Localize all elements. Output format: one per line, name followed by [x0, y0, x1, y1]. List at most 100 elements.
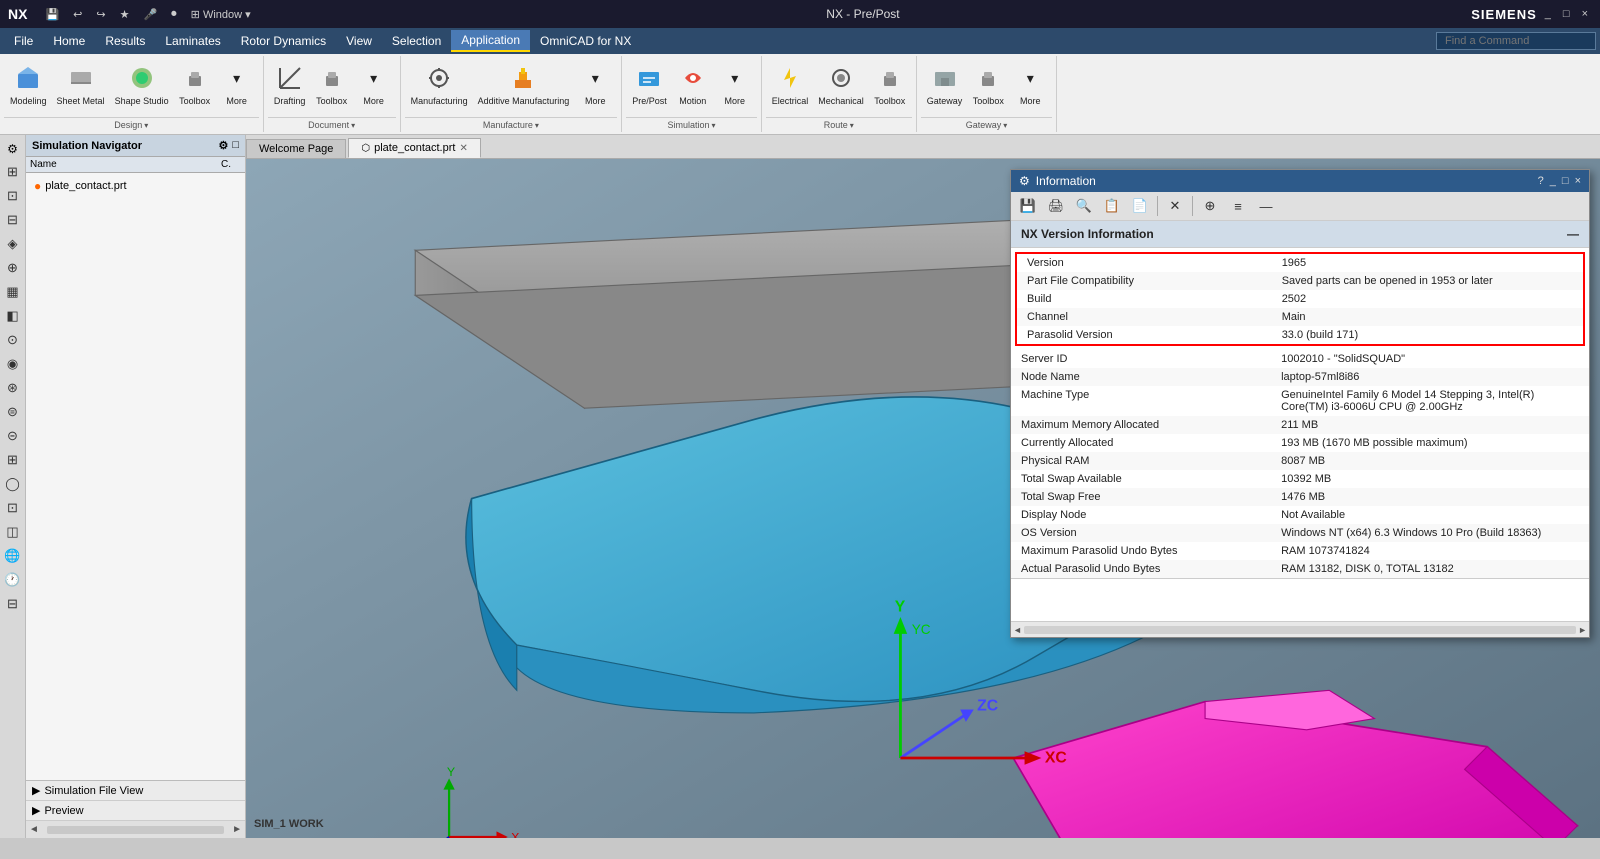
left-tool-2[interactable]: ⊡ — [2, 185, 24, 207]
left-tool-15[interactable]: ⊡ — [2, 497, 24, 519]
left-tool-10[interactable]: ⊛ — [2, 377, 24, 399]
info-print-btn[interactable]: 🖨 — [1043, 194, 1069, 218]
scroll-left-btn[interactable]: ◄ — [29, 824, 39, 835]
left-tool-9[interactable]: ◉ — [2, 353, 24, 375]
ribbon-btn-motion[interactable]: Motion — [673, 60, 713, 108]
tab-plate-contact[interactable]: ⬡ plate_contact.prt ✕ — [348, 138, 480, 158]
nav-section-sim-file[interactable]: ▶ Simulation File View — [26, 781, 245, 801]
menu-home[interactable]: Home — [43, 31, 95, 51]
tab-close-btn[interactable]: ✕ — [459, 143, 467, 154]
menu-rotor-dynamics[interactable]: Rotor Dynamics — [231, 31, 336, 51]
minimize-btn[interactable]: _ — [1541, 6, 1555, 22]
ribbon-btn-mechanical[interactable]: Mechanical — [814, 60, 868, 108]
ribbon-btn-additive[interactable]: Additive Manufacturing — [474, 60, 574, 108]
info-paste-btn[interactable]: 📄 — [1127, 194, 1153, 218]
pin-btn[interactable]: ★ — [116, 6, 134, 23]
info-zoom-in-btn[interactable]: ⊕ — [1197, 194, 1223, 218]
info-help-btn[interactable]: ? — [1538, 175, 1544, 187]
ribbon-group-manufacture: Manufacturing Additive Manufacturing ▾ M… — [401, 56, 623, 132]
maximize-btn[interactable]: □ — [1559, 6, 1574, 22]
nav-settings-btn[interactable]: ⚙ — [218, 139, 228, 152]
ribbon-btn-more-design[interactable]: ▾ More — [217, 60, 257, 108]
menu-selection[interactable]: Selection — [382, 31, 451, 51]
ribbon-btn-more-mfg[interactable]: ▾ More — [575, 60, 615, 108]
save-btn[interactable]: 💾 — [41, 6, 63, 23]
undo-btn[interactable]: ↩ — [69, 6, 86, 23]
info-dialog: ⚙ Information ? _ □ × 💾 🖨 🔍 📋 📄 — [1010, 169, 1590, 638]
left-tool-6[interactable]: ▦ — [2, 281, 24, 303]
ribbon-btn-toolbox-doc[interactable]: Toolbox — [312, 60, 352, 108]
info-find-btn[interactable]: 🔍 — [1071, 194, 1097, 218]
ribbon-btn-more-doc[interactable]: ▾ More — [354, 60, 394, 108]
ribbon-btn-sheet-metal[interactable]: Sheet Metal — [53, 60, 109, 108]
find-command-input[interactable] — [1436, 32, 1596, 50]
modeling-icon — [12, 62, 44, 94]
additive-label: Additive Manufacturing — [478, 96, 570, 106]
hscroll-left-btn[interactable]: ◄ — [1013, 625, 1022, 635]
tab-bar: Welcome Page ⬡ plate_contact.prt ✕ — [246, 135, 1600, 159]
left-tool-3[interactable]: ⊟ — [2, 209, 24, 231]
ribbon-btn-manufacturing[interactable]: Manufacturing — [407, 60, 472, 108]
ribbon-btn-toolbox-design[interactable]: Toolbox — [175, 60, 215, 108]
info-copy-btn[interactable]: 📋 — [1099, 194, 1125, 218]
redo-btn[interactable]: ↪ — [92, 6, 109, 23]
info-close-btn[interactable]: × — [1575, 175, 1581, 187]
left-tool-16[interactable]: ◫ — [2, 521, 24, 543]
menu-file[interactable]: File — [4, 31, 43, 51]
hscroll-right-btn[interactable]: ► — [1578, 625, 1587, 635]
settings-gear-btn[interactable]: ⚙ — [3, 139, 23, 159]
ribbon-btn-gateway[interactable]: Gateway — [923, 60, 967, 108]
ribbon-btn-toolbox-gateway[interactable]: Toolbox — [968, 60, 1008, 108]
menu-results[interactable]: Results — [95, 31, 155, 51]
ribbon-btn-prepost[interactable]: Pre/Post — [628, 60, 671, 108]
ribbon-btn-shape-studio[interactable]: Shape Studio — [111, 60, 173, 108]
nav-minimize-btn[interactable]: □ — [232, 139, 239, 152]
ribbon-btn-electrical[interactable]: Electrical — [768, 60, 813, 108]
viewport-3d[interactable]: Y ZC XC YC Y — [246, 159, 1600, 838]
left-tool-7[interactable]: ◧ — [2, 305, 24, 327]
ribbon-btn-toolbox-route[interactable]: Toolbox — [870, 60, 910, 108]
document-group-label: Document ▾ — [268, 117, 396, 130]
left-tool-13[interactable]: ⊞ — [2, 449, 24, 471]
svg-text:XC: XC — [1045, 750, 1067, 767]
info-save-btn[interactable]: 💾 — [1015, 194, 1041, 218]
viewport: Welcome Page ⬡ plate_contact.prt ✕ — [246, 135, 1600, 838]
info-minimize-btn[interactable]: _ — [1550, 175, 1556, 187]
info-restore-btn[interactable]: □ — [1562, 175, 1569, 187]
nav-item-file[interactable]: ● plate_contact.prt — [30, 177, 241, 195]
menu-application[interactable]: Application — [451, 30, 530, 52]
mic-btn[interactable]: 🎤 — [139, 6, 161, 23]
left-tool-17[interactable]: 🌐 — [2, 545, 24, 567]
ribbon-btn-drafting[interactable]: Drafting — [270, 60, 310, 108]
ribbon-btn-modeling[interactable]: Modeling — [6, 60, 51, 108]
left-tool-1[interactable]: ⊞ — [2, 161, 24, 183]
tab-welcome[interactable]: Welcome Page — [246, 139, 346, 158]
navigator-title: Simulation Navigator — [32, 140, 142, 152]
close-btn[interactable]: × — [1578, 6, 1592, 22]
navigator-column-headers: Name C. — [26, 157, 245, 173]
nav-section-preview[interactable]: ▶ Preview — [26, 801, 245, 821]
display-node-label: Display Node — [1011, 506, 1271, 524]
ribbon-content: Modeling Sheet Metal Shape Studio — [0, 54, 1600, 134]
info-clear-btn[interactable]: ✕ — [1162, 194, 1188, 218]
nx-collapse-btn[interactable]: — — [1567, 227, 1579, 241]
left-tool-8[interactable]: ⊙ — [2, 329, 24, 351]
left-tool-12[interactable]: ⊝ — [2, 425, 24, 447]
left-tool-14[interactable]: ◯ — [2, 473, 24, 495]
left-tool-5[interactable]: ⊕ — [2, 257, 24, 279]
left-tool-4[interactable]: ◈ — [2, 233, 24, 255]
menu-omnicad[interactable]: OmniCAD for NX — [530, 31, 641, 51]
left-tool-18[interactable]: 🕐 — [2, 569, 24, 591]
record-btn[interactable]: ⏺ — [167, 6, 181, 23]
scroll-right-btn[interactable]: ► — [232, 824, 242, 835]
window-btn[interactable]: ⊞ Window ▾ — [187, 6, 255, 23]
hscroll-track[interactable] — [1024, 626, 1576, 634]
menu-laminates[interactable]: Laminates — [155, 31, 230, 51]
left-tool-11[interactable]: ⊜ — [2, 401, 24, 423]
left-tool-19[interactable]: ⊟ — [2, 593, 24, 615]
ribbon-btn-more-gateway[interactable]: ▾ More — [1010, 60, 1050, 108]
info-collapse-btn[interactable]: — — [1253, 194, 1279, 218]
ribbon-btn-more-sim[interactable]: ▾ More — [715, 60, 755, 108]
menu-view[interactable]: View — [336, 31, 382, 51]
info-col-btn[interactable]: ≡ — [1225, 194, 1251, 218]
